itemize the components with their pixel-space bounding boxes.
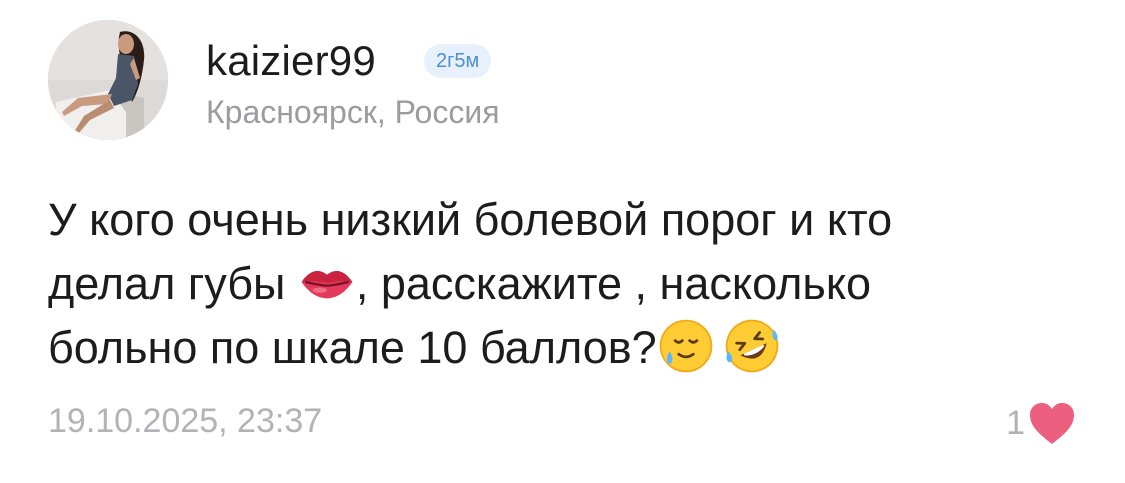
account-age-badge: 2г5м: [424, 44, 492, 78]
post-body: У кого очень низкий болевой порог и кто …: [48, 188, 1068, 380]
post-line-2-start: делал губы: [48, 258, 298, 309]
like-button[interactable]: 1: [1006, 400, 1077, 446]
post-line-2-end: , расскажите , насколько: [355, 258, 872, 309]
avatar-photo: [48, 20, 168, 140]
like-count: 1: [1006, 404, 1025, 442]
author-location: Красноярск, Россия: [206, 94, 500, 130]
heart-icon[interactable]: [1027, 400, 1077, 446]
avatar[interactable]: [48, 20, 168, 140]
post-line-1: У кого очень низкий болевой порог и кто: [48, 194, 893, 245]
lips-emoji: [298, 253, 356, 311]
username[interactable]: kaizier99: [206, 36, 376, 86]
post-line-3: больно по шкале 10 баллов?: [48, 316, 1068, 380]
post-line-2: делал губы , расскажите , насколько: [48, 252, 1068, 316]
smiling-face-with-tear-emoji: [657, 317, 715, 375]
post-line-3-text: больно по шкале 10 баллов?: [48, 322, 657, 373]
post-timestamp: 19.10.2025, 23:37: [48, 402, 323, 440]
post-card: kaizier99 2г5м Красноярск, Россия У кого…: [0, 0, 1125, 483]
rolling-on-floor-laughing-emoji: [723, 317, 781, 375]
